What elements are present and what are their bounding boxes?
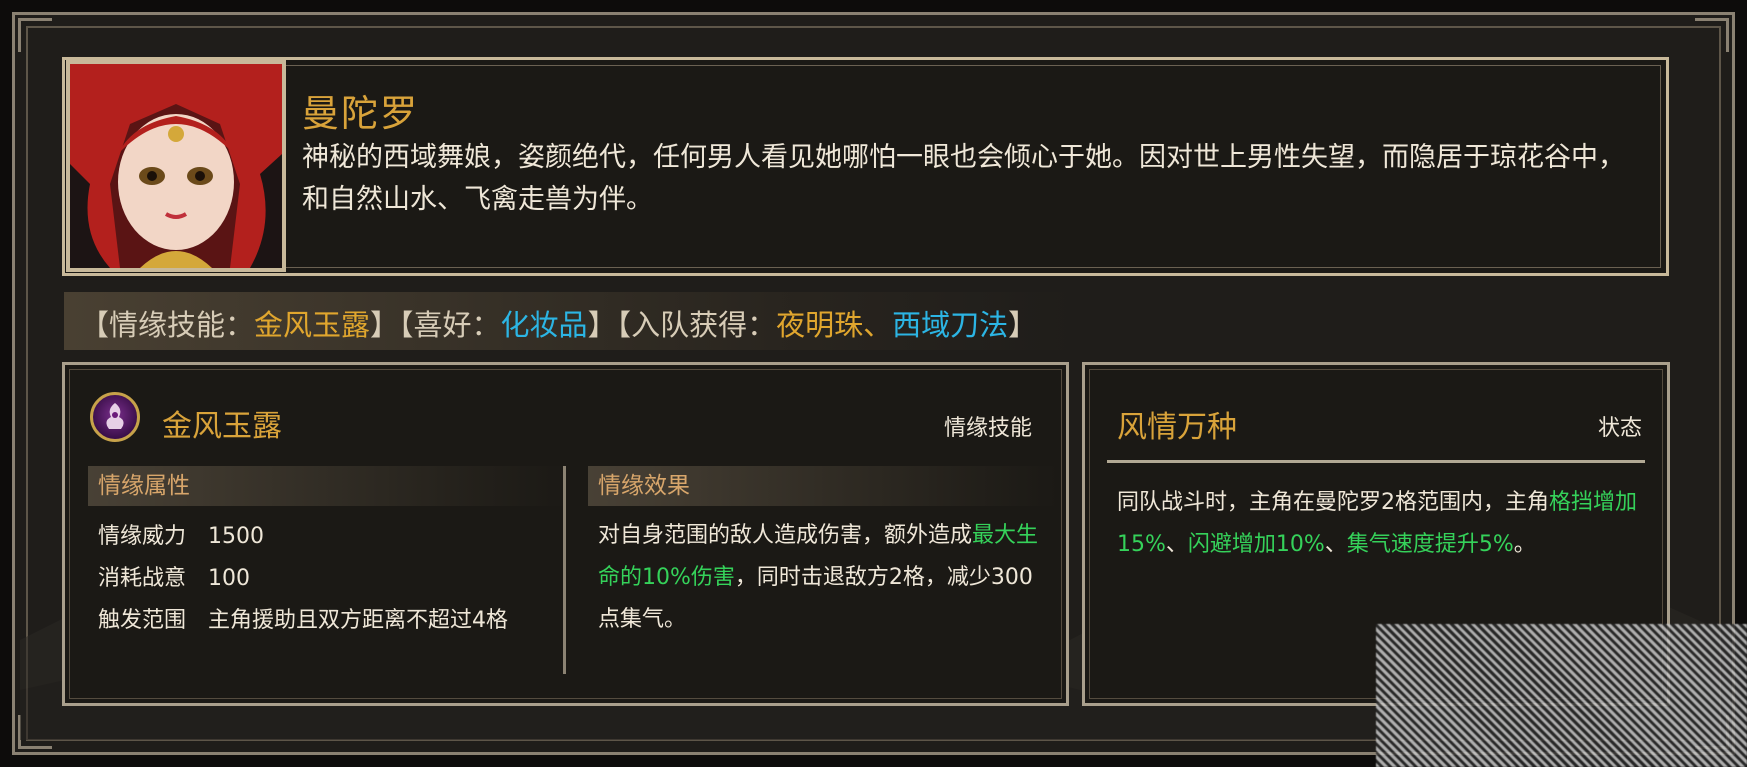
skill-icon <box>90 392 140 442</box>
skill-effect-text: 对自身范围的敌人造成伤害，额外造成最大生命的10%伤害，同时击退敌方2格，减少3… <box>598 523 1039 632</box>
state-title: 风情万种 <box>1117 410 1237 445</box>
character-info-line: 【情缘技能：金风玉露】【喜好：化妆品】【入队获得：夜明珠、西域刀法】 <box>80 308 1038 342</box>
bond-skill-name: 金风玉露 <box>254 308 371 342</box>
character-name: 曼陀罗 <box>302 92 419 135</box>
state-description: 同队战斗时，主角在曼陀罗2格范围内，主角格挡增加15%、闪避增加10%、集气速度… <box>1117 490 1638 557</box>
skill-title: 金风玉露 <box>162 409 282 444</box>
hobby-item[interactable]: 化妆品 <box>501 308 588 342</box>
attr-row: 消耗战意 100 <box>98 566 250 591</box>
character-portrait <box>66 60 286 272</box>
noise-overlay <box>1376 624 1747 767</box>
corner-ornament <box>1695 18 1729 52</box>
skill-type-tag: 情缘技能 <box>944 416 1033 441</box>
reward-skill[interactable]: 西域刀法 <box>892 308 1008 342</box>
attr-row: 情缘威力 1500 <box>98 524 264 549</box>
attr-section-header: 情缘属性 <box>88 466 568 506</box>
reward-item[interactable]: 夜明珠 <box>776 308 863 342</box>
section-divider <box>563 466 566 674</box>
corner-ornament <box>18 18 52 52</box>
state-type-tag: 状态 <box>1598 416 1643 441</box>
effect-section-header: 情缘效果 <box>588 466 1058 506</box>
attr-row: 触发范围 主角援助且双方距离不超过4格 <box>98 608 508 633</box>
state-divider <box>1107 460 1645 463</box>
character-description: 神秘的西域舞娘，姿颜绝代，任何男人看见她哪怕一眼也会倾心于她。因对世上男性失望，… <box>302 142 1625 215</box>
